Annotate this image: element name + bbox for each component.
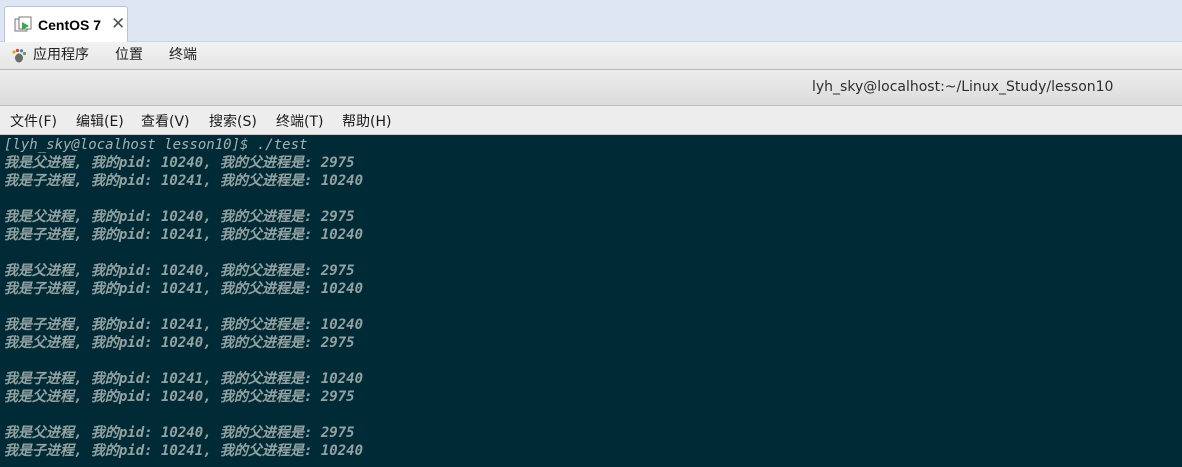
close-icon[interactable]: ✕	[111, 14, 125, 34]
terminal-output[interactable]: [lyh_sky@localhost lesson10]$ ./test 我是父…	[0, 135, 1182, 467]
terminal-line: 我是父进程, 我的pid: 10240, 我的父进程是: 2975	[4, 155, 355, 171]
vm-tab-strip: CentOS 7 ✕	[0, 0, 1182, 42]
terminal-line: 我是父进程, 我的pid: 10240, 我的父进程是: 2975	[4, 263, 355, 279]
vm-tab-title: CentOS 7	[38, 17, 102, 33]
terminal-line: 我是子进程, 我的pid: 10241, 我的父进程是: 10240	[4, 173, 364, 189]
terminal-taskbar-item[interactable]: 终端	[169, 46, 197, 64]
terminal-line: 我是子进程, 我的pid: 10241, 我的父进程是: 10240	[4, 317, 364, 333]
terminal-line: 我是父进程, 我的pid: 10240, 我的父进程是: 2975	[4, 389, 355, 405]
terminal-line: 我是子进程, 我的pid: 10241, 我的父进程是: 10240	[4, 281, 364, 297]
terminal-line: 我是子进程, 我的pid: 10241, 我的父进程是: 10240	[4, 371, 364, 387]
menu-view[interactable]: 查看(V)	[141, 111, 190, 131]
window-title: lyh_sky@localhost:~/Linux_Study/lesson10	[812, 79, 1114, 95]
terminal-line: 我是父进程, 我的pid: 10240, 我的父进程是: 2975	[4, 335, 355, 351]
menu-edit[interactable]: 编辑(E)	[76, 111, 124, 131]
menu-file[interactable]: 文件(F)	[10, 111, 57, 131]
places-menu[interactable]: 位置	[115, 46, 143, 64]
menu-search[interactable]: 搜索(S)	[209, 111, 257, 131]
terminal-line: 我是父进程, 我的pid: 10240, 我的父进程是: 2975	[4, 425, 355, 441]
menu-help[interactable]: 帮助(H)	[342, 111, 391, 131]
shell-prompt: [lyh_sky@localhost lesson10]$ ./test	[4, 137, 308, 153]
terminal-menubar: 文件(F) 编辑(E) 查看(V) 搜索(S) 终端(T) 帮助(H)	[0, 106, 1182, 135]
applications-menu[interactable]: 应用程序	[33, 46, 89, 64]
terminal-line: 我是父进程, 我的pid: 10240, 我的父进程是: 2975	[4, 209, 355, 225]
terminal-line: 我是子进程, 我的pid: 10241, 我的父进程是: 10240	[4, 443, 364, 459]
vm-icon	[14, 16, 32, 34]
gnome-top-bar: 应用程序 位置 终端	[0, 42, 1182, 70]
gnome-foot-icon	[11, 48, 27, 64]
window-titlebar[interactable]: lyh_sky@localhost:~/Linux_Study/lesson10	[0, 70, 1182, 106]
vm-tab-centos[interactable]: CentOS 7 ✕	[4, 6, 128, 42]
menu-terminal[interactable]: 终端(T)	[276, 111, 323, 131]
terminal-line: 我是子进程, 我的pid: 10241, 我的父进程是: 10240	[4, 227, 364, 243]
